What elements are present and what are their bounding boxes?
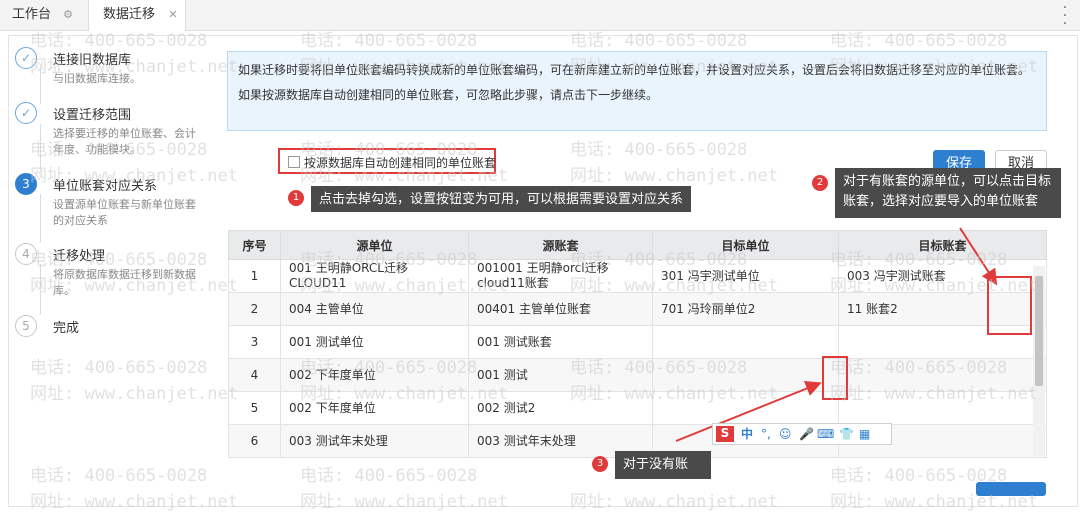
- ime-keyboard-icon[interactable]: ⌨: [817, 427, 834, 441]
- ime-punctuation-icon[interactable]: °,: [761, 427, 771, 441]
- arrow-to-target-account: [959, 227, 998, 286]
- annotation-badge-1: 1: [288, 190, 304, 206]
- annotation-tip-2: 对于有账套的源单位，可以点击目标账套，选择对应要导入的单位账套: [835, 168, 1061, 218]
- ime-emoji-icon[interactable]: ☺: [779, 427, 792, 441]
- annotation-arrows: [675, 227, 998, 442]
- ime-skin-icon[interactable]: 👕: [839, 427, 854, 441]
- annotation-badge-2: 2: [812, 175, 828, 191]
- ime-chinese-mode[interactable]: 中: [741, 427, 753, 441]
- annotation-tip-3: 对于没有账: [615, 451, 711, 479]
- ime-voice-icon[interactable]: 🎤: [799, 427, 814, 441]
- ime-logo-icon: S: [716, 426, 734, 442]
- next-step-button[interactable]: [976, 482, 1046, 496]
- ime-toolbar[interactable]: S 中 °, ☺ 🎤 ⌨ 👕 ▦: [712, 423, 892, 445]
- ime-toolbox-icon[interactable]: ▦: [859, 427, 870, 441]
- annotation-badge-3: 3: [592, 456, 608, 472]
- annotation-tip-1: 点击去掉勾选，设置按钮变为可用，可以根据需要设置对应关系: [311, 186, 691, 212]
